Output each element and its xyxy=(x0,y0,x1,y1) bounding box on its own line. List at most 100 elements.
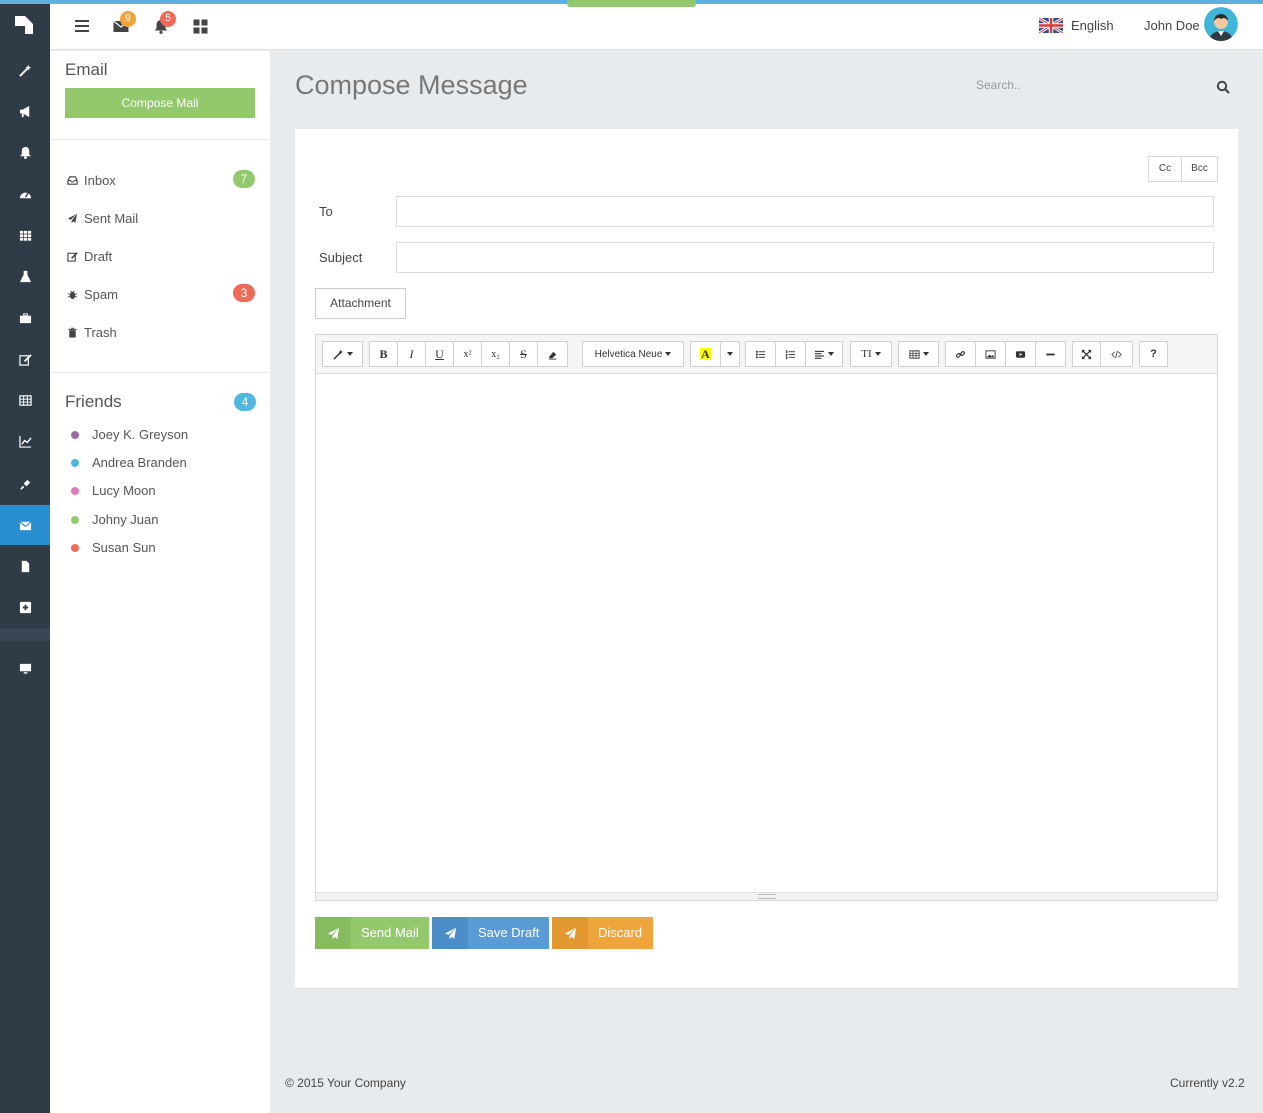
friend-item[interactable]: Andrea Branden xyxy=(71,455,187,470)
edit-icon xyxy=(67,251,78,262)
friend-item[interactable]: Johny Juan xyxy=(71,512,159,527)
bug-icon xyxy=(67,290,78,299)
folder-spam[interactable]: Spam 3 xyxy=(67,284,255,304)
sidebar-title: Email xyxy=(65,60,108,79)
divider xyxy=(50,372,270,373)
plus-square-icon[interactable] xyxy=(0,587,50,627)
subject-field[interactable] xyxy=(396,242,1214,273)
menu-icon[interactable] xyxy=(73,17,91,35)
strikethrough-button[interactable]: S xyxy=(509,341,538,367)
friend-item[interactable]: Joey K. Greyson xyxy=(71,427,188,442)
eraser-icon[interactable] xyxy=(537,341,568,367)
folder-label: Draft xyxy=(84,248,113,264)
inbox-icon xyxy=(67,175,78,185)
status-dot xyxy=(71,486,79,495)
folder-draft[interactable]: Draft xyxy=(67,246,255,266)
status-dot xyxy=(71,515,79,524)
compose-mail-button[interactable]: Compose Mail xyxy=(65,88,255,118)
table-icon xyxy=(908,349,920,359)
search-input[interactable]: Search.. xyxy=(976,78,1216,96)
language-selector[interactable]: English xyxy=(1039,18,1114,33)
grid-icon[interactable] xyxy=(191,17,209,35)
help-button[interactable]: ? xyxy=(1139,341,1168,367)
edit-icon[interactable] xyxy=(0,339,50,379)
video-icon[interactable] xyxy=(1005,341,1036,367)
text-color-button[interactable]: A xyxy=(690,341,721,367)
underline-button[interactable]: U xyxy=(425,341,454,367)
trash-icon xyxy=(68,327,77,338)
rail-separator xyxy=(0,629,50,641)
user-name[interactable]: John Doe xyxy=(1144,18,1200,33)
editor-resize-handle[interactable] xyxy=(316,892,1217,900)
italic-button[interactable]: I xyxy=(397,341,426,367)
magic-icon xyxy=(332,349,343,360)
notifications-button[interactable]: 5 xyxy=(152,11,176,35)
flask-icon[interactable] xyxy=(0,256,50,296)
briefcase-icon[interactable] xyxy=(0,298,50,338)
message-body-editor[interactable] xyxy=(316,374,1217,893)
send-icon xyxy=(552,917,588,949)
font-size-dropdown[interactable]: TI xyxy=(850,341,892,367)
folder-trash[interactable]: Trash xyxy=(67,322,255,342)
align-dropdown[interactable] xyxy=(805,341,843,367)
discard-button[interactable]: Discard xyxy=(552,917,653,949)
bcc-button[interactable]: Bcc xyxy=(1181,156,1218,182)
plug-icon[interactable] xyxy=(0,464,50,504)
image-icon[interactable] xyxy=(975,341,1006,367)
link-icon[interactable] xyxy=(945,341,976,367)
superscript-button[interactable]: x² xyxy=(453,341,482,367)
messages-button[interactable]: 9 xyxy=(112,11,136,35)
loading-indicator xyxy=(567,0,696,7)
table-dropdown[interactable] xyxy=(898,341,939,367)
logo-icon[interactable] xyxy=(15,16,33,34)
horizontal-rule-icon[interactable] xyxy=(1035,341,1066,367)
bold-button[interactable]: B xyxy=(369,341,398,367)
table-icon[interactable] xyxy=(0,380,50,420)
editor-toolbar: B I U x² x₂ S Helvetica Neue A TI ? xyxy=(316,335,1217,374)
chart-icon[interactable] xyxy=(0,421,50,461)
bell-icon[interactable] xyxy=(0,132,50,172)
status-dot xyxy=(71,543,79,552)
footer-version: Currently v2.2 xyxy=(1170,1076,1245,1090)
folder-label: Trash xyxy=(84,324,117,340)
friends-count-badge: 4 xyxy=(234,393,256,411)
friend-item[interactable]: Susan Sun xyxy=(71,540,156,555)
subscript-button[interactable]: x₂ xyxy=(481,341,510,367)
save-draft-button[interactable]: Save Draft xyxy=(432,917,549,949)
dashboard-icon[interactable] xyxy=(0,174,50,214)
friend-item[interactable]: Lucy Moon xyxy=(71,483,156,498)
icon-rail xyxy=(0,0,50,1113)
ordered-list-icon[interactable] xyxy=(775,341,806,367)
uk-flag-icon xyxy=(1039,18,1063,33)
code-view-icon[interactable] xyxy=(1100,341,1133,367)
inbox-count-badge: 7 xyxy=(233,170,255,188)
send-icon xyxy=(67,213,78,223)
cc-button[interactable]: Cc xyxy=(1148,156,1182,182)
font-family-dropdown[interactable]: Helvetica Neue xyxy=(582,341,684,367)
unordered-list-icon[interactable] xyxy=(745,341,776,367)
magic-icon[interactable] xyxy=(0,50,50,90)
attachment-button[interactable]: Attachment xyxy=(315,288,406,319)
send-mail-label: Send Mail xyxy=(361,925,419,940)
send-icon xyxy=(432,917,468,949)
text-color-dropdown[interactable] xyxy=(720,341,740,367)
folder-sent-mail[interactable]: Sent Mail xyxy=(67,208,255,228)
folder-inbox[interactable]: Inbox 7 xyxy=(67,170,255,190)
search-icon[interactable] xyxy=(1216,80,1230,94)
grip-icon xyxy=(758,894,776,899)
to-field[interactable] xyxy=(396,196,1214,227)
folder-label: Sent Mail xyxy=(84,210,139,226)
style-dropdown[interactable] xyxy=(322,341,363,367)
friends-title: Friends xyxy=(65,392,122,411)
friend-name: Susan Sun xyxy=(92,540,156,555)
bullhorn-icon[interactable] xyxy=(0,91,50,131)
avatar[interactable] xyxy=(1204,7,1238,41)
friend-name: Lucy Moon xyxy=(92,483,156,498)
desktop-icon[interactable] xyxy=(0,648,50,688)
friend-name: Johny Juan xyxy=(92,512,159,527)
file-icon[interactable] xyxy=(0,546,50,586)
th-icon[interactable] xyxy=(0,215,50,255)
send-mail-button[interactable]: Send Mail xyxy=(315,917,429,949)
fullscreen-icon[interactable] xyxy=(1072,341,1101,367)
envelope-icon[interactable] xyxy=(0,505,50,545)
